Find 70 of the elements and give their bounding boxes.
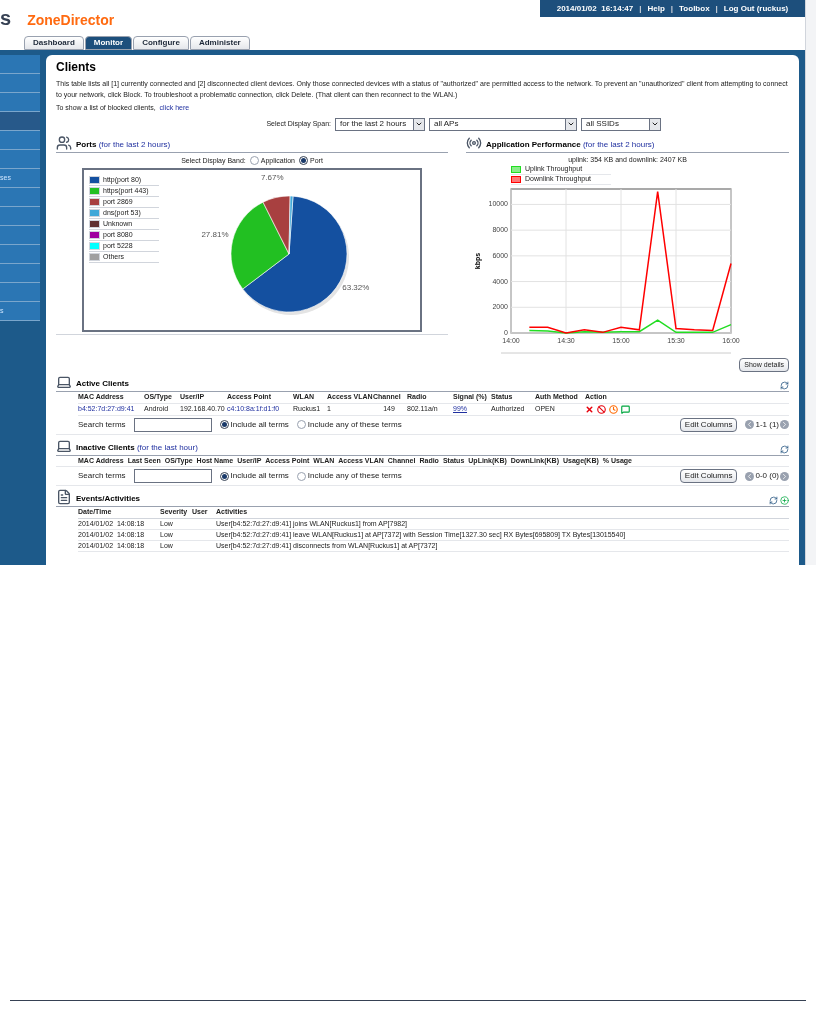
search-field[interactable] (133, 417, 212, 432)
radio-label: Include any of these terms (307, 418, 402, 431)
separator: | (639, 2, 642, 15)
top-link[interactable]: Help (647, 2, 665, 15)
logo-text: s (0, 8, 12, 28)
sidebar-item[interactable] (0, 283, 40, 302)
previous-page-icon[interactable] (745, 420, 755, 429)
sidebar-item[interactable] (0, 150, 40, 169)
pager-text: 0-0 (0) (755, 470, 779, 482)
sidebar-item[interactable] (0, 207, 40, 226)
top-link[interactable]: Log Out (ruckus) (723, 2, 789, 15)
sidebar-item[interactable] (0, 264, 40, 283)
search-label: Search terms (78, 418, 126, 431)
pager-text: 1-1 (1) (755, 418, 779, 431)
section-title: Ports (for the last 2 hours) (76, 138, 171, 151)
add-icon[interactable] (780, 496, 789, 505)
edit-columns-button[interactable]: Edit Columns (679, 469, 738, 483)
sidebar-item[interactable] (0, 55, 40, 74)
radio-button[interactable] (219, 471, 229, 481)
select-dropdown[interactable]: for the last 2 hours (335, 117, 425, 131)
sidebar-item[interactable] (0, 74, 40, 93)
nav-tab[interactable]: Administer (189, 36, 250, 50)
edit-columns-button[interactable]: Edit Columns (679, 417, 738, 432)
delete-icon[interactable] (585, 404, 594, 414)
select-dropdown[interactable]: all SSIDs (581, 117, 661, 131)
date-time: 2014/01/02 16:14:47 (556, 2, 634, 15)
section-title: Events/Activities (76, 493, 141, 505)
scrollbar[interactable] (805, 0, 816, 565)
radio-label: Include all terms (230, 418, 289, 431)
sidebar-item[interactable] (0, 93, 40, 112)
nav-tab[interactable]: Monitor (84, 36, 133, 50)
nav-tab[interactable]: Configure (133, 36, 189, 50)
top-link[interactable]: Toolbox (679, 2, 710, 15)
search-field[interactable] (133, 469, 212, 483)
slice-label: 7.67% (260, 172, 284, 182)
document-icon (56, 489, 72, 505)
section-title: Active Clients (76, 378, 129, 390)
radio-label: Include all terms (230, 470, 289, 482)
radio-button[interactable] (296, 471, 306, 481)
page-title: Clients (56, 59, 97, 76)
radio-button[interactable] (219, 420, 229, 429)
slice-label: 63.32% (342, 283, 370, 293)
block-icon[interactable] (597, 404, 606, 414)
radio-button[interactable] (249, 156, 259, 166)
radio-label: Include any of these terms (307, 470, 402, 482)
radio-button[interactable] (299, 156, 308, 166)
sidebar-item[interactable] (0, 226, 40, 245)
slice-label: 27.81% (201, 229, 229, 239)
refresh-icon[interactable] (769, 496, 778, 505)
product-title: ZoneDirector (27, 11, 115, 30)
next-page-icon[interactable] (780, 420, 789, 429)
sidebar-item[interactable] (0, 245, 40, 264)
clock-icon[interactable] (609, 404, 618, 414)
previous-page-icon[interactable] (745, 471, 755, 481)
sidebar-item[interactable] (0, 112, 40, 131)
sidebar-item[interactable] (0, 188, 40, 207)
next-page-icon[interactable] (780, 471, 789, 481)
section-title: Inactive Clients (for the last hour) (76, 441, 198, 454)
sidebar-item[interactable] (0, 131, 40, 150)
search-label: Search terms (78, 470, 126, 482)
refresh-icon[interactable] (780, 444, 789, 454)
radio-button[interactable] (296, 420, 306, 429)
nav-tab[interactable]: Dashboard (24, 36, 84, 50)
laptop-icon (56, 374, 72, 390)
message-icon[interactable] (621, 404, 630, 414)
section-title: Application Performance (for the last 2 hours) (486, 138, 655, 151)
select-dropdown[interactable]: all APs (429, 117, 577, 131)
refresh-icon[interactable] (780, 381, 789, 390)
separator: | (715, 2, 718, 15)
separator: | (670, 2, 674, 15)
